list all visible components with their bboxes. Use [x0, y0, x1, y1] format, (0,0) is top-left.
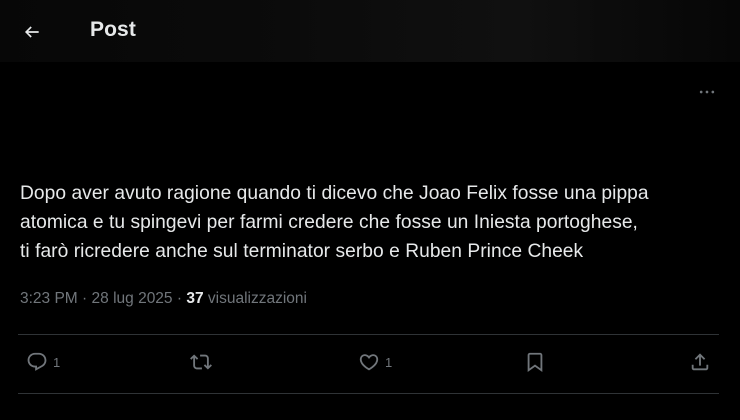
page-title: Post — [90, 18, 136, 41]
retweet-button[interactable] — [190, 348, 212, 376]
bookmark-button[interactable] — [524, 348, 546, 376]
arrow-left-icon — [24, 26, 39, 38]
heart-icon — [359, 354, 379, 371]
meta-separator: · — [176, 290, 183, 307]
like-count: 1 — [385, 354, 393, 370]
post-page: Post Dopo aver avuto ragione quando ti d… — [0, 0, 740, 420]
back-button[interactable] — [14, 14, 50, 50]
like-button[interactable]: 1 — [358, 348, 392, 376]
comment-bubble-icon — [27, 352, 47, 371]
share-upload-icon — [691, 353, 709, 371]
more-horizontal-icon — [699, 90, 715, 94]
post-meta: 3:23 PM · 28 lug 2025 · 37 visualizzazio… — [20, 290, 307, 308]
post-date[interactable]: 28 lug 2025 — [92, 290, 173, 307]
post-text: Dopo aver avuto ragione quando ti dicevo… — [20, 183, 649, 262]
reply-button[interactable]: 1 — [26, 348, 60, 376]
views-count[interactable]: 37 — [186, 290, 203, 307]
share-button[interactable] — [689, 348, 711, 376]
divider-top — [18, 334, 719, 335]
bookmark-icon — [527, 352, 543, 373]
more-options-button[interactable] — [690, 80, 724, 104]
reply-count: 1 — [53, 354, 61, 370]
views-label: visualizzazioni — [207, 290, 307, 307]
retweet-icon — [190, 354, 212, 370]
meta-separator: · — [82, 290, 88, 307]
top-bar: Post — [0, 0, 740, 62]
divider-bottom — [18, 393, 719, 394]
post-time[interactable]: 3:23 PM — [20, 290, 78, 307]
